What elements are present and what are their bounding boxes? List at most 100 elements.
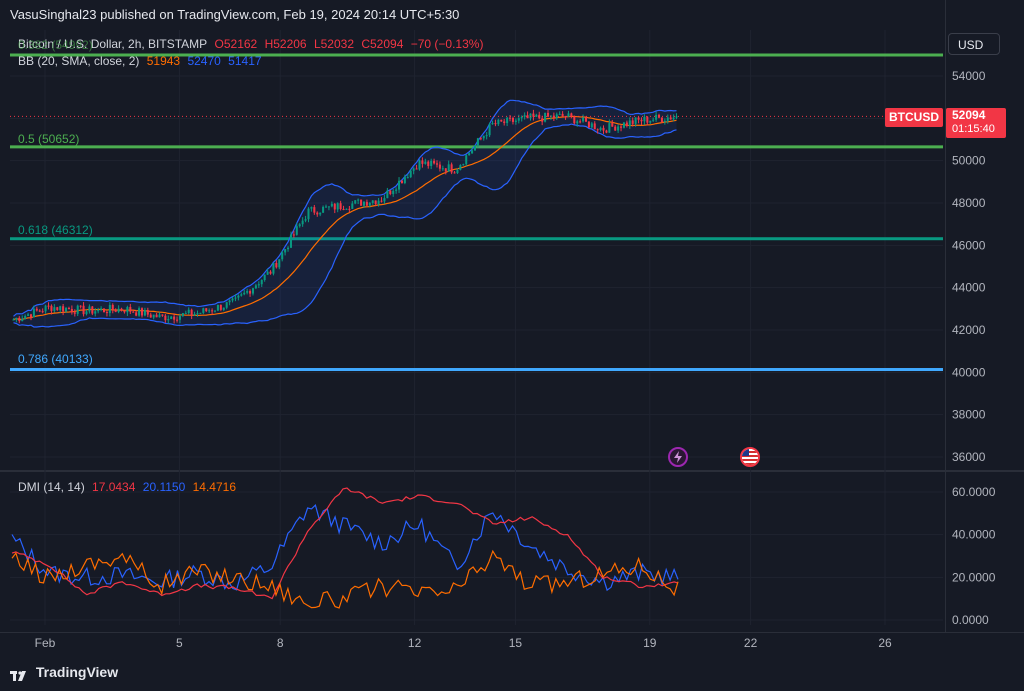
candle-body (488, 124, 491, 136)
candle-body (336, 203, 339, 210)
candle-body (237, 295, 240, 298)
candle-body (444, 168, 447, 172)
candle-body (21, 318, 24, 322)
flash-icon[interactable] (668, 447, 688, 467)
price-tick-label: 50000 (952, 154, 986, 168)
candle-body (362, 201, 366, 206)
candle-body (555, 114, 558, 118)
candle-body (535, 114, 538, 117)
time-tick-label: 8 (277, 636, 284, 650)
candle-body (281, 252, 284, 260)
candle-body (129, 307, 132, 312)
dmi-tick-label: 0.0000 (952, 613, 989, 627)
candle-body (663, 120, 666, 122)
candle-body (88, 306, 91, 312)
candle-body (251, 288, 255, 294)
candle-body (640, 119, 643, 122)
bb-lower-value: 51417 (228, 54, 262, 68)
candle-body (400, 180, 403, 184)
us-flag-icon[interactable] (740, 447, 760, 467)
dmi-label[interactable]: DMI (14, 14) (18, 480, 85, 494)
candle-body (365, 201, 368, 206)
candle-body (126, 307, 129, 313)
candle-body (176, 319, 179, 321)
time-scale-border (0, 632, 1024, 633)
candle-body (398, 180, 401, 190)
candle-body (97, 309, 100, 312)
candle-body (272, 262, 275, 274)
open-value: O52162 (214, 37, 258, 51)
candle-body (225, 302, 228, 308)
candle-body (494, 123, 497, 125)
candle-body (219, 304, 222, 310)
candle-body (330, 203, 333, 207)
candle-body (135, 312, 138, 316)
candle-body (652, 119, 655, 121)
dmi-tick-label: 20.0000 (952, 570, 996, 584)
candle-body (509, 117, 512, 119)
candle-body (360, 199, 363, 206)
candle-body (345, 208, 348, 210)
candle-body (216, 304, 219, 311)
published-header: VasuSinghal23 published on TradingView.c… (10, 7, 460, 22)
candle-body (143, 309, 146, 316)
candle-body (459, 165, 462, 170)
candle-body (100, 308, 103, 310)
time-tick-label: Feb (35, 636, 56, 650)
candle-body (105, 312, 108, 314)
candle-body (94, 311, 97, 314)
symbol-price-tag: BTCUSD (885, 108, 943, 127)
candle-body (12, 319, 15, 321)
candle-body (47, 305, 50, 307)
candle-body (342, 209, 345, 211)
candle-body (333, 203, 336, 210)
time-tick-label: 26 (878, 636, 892, 650)
panel-divider (0, 470, 1024, 472)
last-price: 52094 (952, 108, 986, 122)
candle-body (324, 206, 328, 208)
candle-body (441, 168, 444, 170)
candle-body (275, 262, 278, 268)
close-value: C52094 (361, 37, 404, 51)
candle-body (453, 172, 456, 174)
candle-body (213, 310, 217, 312)
candle-body (617, 126, 620, 131)
price-tick-label: 36000 (952, 450, 986, 464)
candle-body (348, 208, 351, 210)
candle-body (573, 115, 576, 124)
dmi-tick-label: 40.0000 (952, 528, 996, 542)
candle-body (35, 308, 38, 311)
candle-body (357, 199, 360, 201)
candle-body (476, 138, 479, 146)
candle-body (108, 305, 111, 313)
fib-label-0618: 0.618 (46312) (18, 223, 93, 237)
candle-body (67, 307, 70, 309)
candle-body (354, 200, 357, 204)
currency-button[interactable]: USD (948, 33, 1000, 55)
time-tick-label: 15 (509, 636, 523, 650)
chart-canvas[interactable]: 5400052000500004800046000440004200040000… (0, 0, 1024, 691)
candle-body (465, 155, 468, 165)
fib-label-05: 0.5 (50652) (18, 132, 80, 146)
candle-body (287, 247, 290, 250)
candle-body (482, 135, 485, 139)
candle-body (196, 313, 199, 315)
bb-legend: BB (20, SMA, close, 2) 51943 52470 51417 (18, 54, 266, 68)
candle-body (310, 207, 313, 209)
tradingview-brand[interactable]: TradingView (10, 664, 118, 682)
price-tick-label: 46000 (952, 238, 986, 252)
candle-body (190, 309, 193, 316)
candle-body (120, 308, 123, 311)
bb-label[interactable]: BB (20, SMA, close, 2) (18, 54, 139, 68)
candle-body (257, 284, 260, 286)
candle-body (56, 307, 59, 311)
candle-body (339, 203, 342, 210)
candle-body (73, 312, 76, 314)
candle-body (380, 200, 383, 202)
candle-body (392, 190, 395, 194)
candle-body (85, 311, 88, 315)
candle-body (672, 117, 675, 120)
fib-label-0382: 0.382 (54992) (18, 38, 93, 52)
dmi-legend: DMI (14, 14) 17.0434 20.1150 14.4716 (18, 480, 240, 494)
candle-body (313, 207, 316, 213)
